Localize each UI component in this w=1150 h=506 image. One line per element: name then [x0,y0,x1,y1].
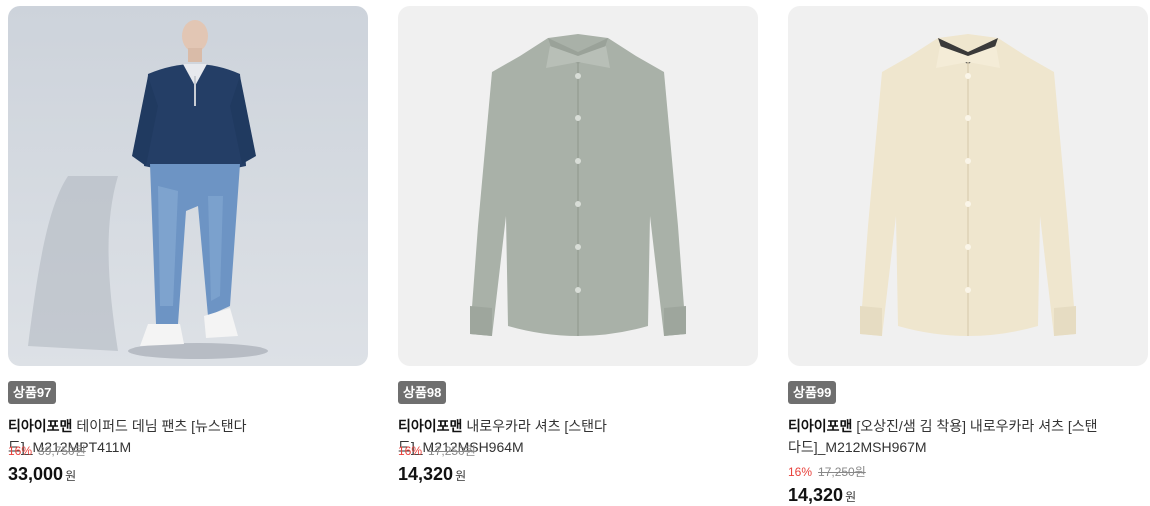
brand-name: 티아이포맨 [398,418,463,434]
product-grid: 상품97 티아이포맨 테이퍼드 데님 팬츠 [뉴스탠다드]_M212MPT411M… [8,6,1148,506]
shirt-photo [398,6,758,366]
product-image[interactable] [788,6,1148,366]
product-number-badge: 상품99 [788,381,837,404]
discount-rate: 16% [788,465,813,479]
currency-unit: 원 [845,490,857,504]
product-card[interactable]: 상품99 티아이포맨 [오상진/샘 김 착용] 내로우카라 셔츠 [스탠다드]_M… [788,6,1148,506]
discount-rate: 16% [398,444,423,458]
price-row: 16% 17,250원 [398,444,476,458]
sale-price-value: 14,320 [398,464,454,484]
sale-price: 14,320 원 [398,464,466,486]
product-number-badge: 상품97 [8,381,57,404]
original-price: 17,250원 [818,465,866,479]
sale-price: 33,000 원 [8,464,76,486]
brand-name: 티아이포맨 [788,418,853,434]
shirt-photo [788,6,1148,366]
price-row: 16% 17,250원 [788,465,866,479]
product-image[interactable] [398,6,758,366]
model-photo [8,6,368,366]
original-price: 17,250원 [428,444,476,458]
product-card[interactable]: 상품97 티아이포맨 테이퍼드 데님 팬츠 [뉴스탠다드]_M212MPT411M… [8,6,368,506]
currency-unit: 원 [65,469,77,483]
brand-name: 티아이포맨 [8,418,73,434]
sale-price-value: 14,320 [788,485,844,505]
discount-rate: 16% [8,444,33,458]
sale-price: 14,320 원 [788,485,856,506]
price-row: 16% 39,750원 [8,444,86,458]
sale-price-value: 33,000 [8,464,64,484]
product-image[interactable] [8,6,368,366]
product-number-badge: 상품98 [398,381,447,404]
original-price: 39,750원 [38,444,86,458]
product-card[interactable]: 상품98 티아이포맨 내로우카라 셔츠 [스탠다드]_M212MSH964M 16… [398,6,758,506]
product-title[interactable]: 티아이포맨 [오상진/샘 김 착용] 내로우카라 셔츠 [스탠다드]_M212MS… [788,416,1108,458]
currency-unit: 원 [455,469,467,483]
